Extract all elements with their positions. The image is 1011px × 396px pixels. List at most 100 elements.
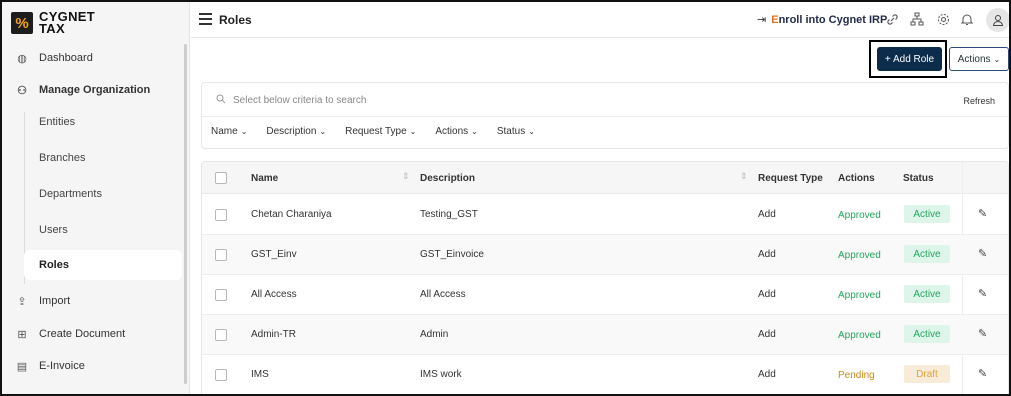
filter-label: Name — [211, 126, 238, 137]
cell-request-type: Add — [758, 289, 776, 300]
sidebar-item-label: Create Document — [39, 328, 126, 340]
cell-description: Admin — [420, 329, 449, 340]
sort-icon[interactable]: ⇕ — [740, 171, 748, 182]
hamburger-menu-icon[interactable] — [199, 13, 212, 25]
add-role-button[interactable]: + Add Role — [877, 47, 942, 71]
table-row[interactable]: GST_Einv GST_Einvoice Add Approved Activ… — [202, 235, 1008, 275]
cell-description: All Access — [420, 289, 466, 300]
chevron-down-icon: ⌄ — [993, 54, 1001, 64]
table-header: Name ⇕ Description ⇕ Request Type Action… — [202, 162, 1008, 194]
roles-table: Name ⇕ Description ⇕ Request Type Action… — [201, 161, 1009, 394]
cell-name: GST_Einv — [251, 249, 297, 260]
table-row[interactable]: Chetan Charaniya Testing_GST Add Approve… — [202, 195, 1008, 235]
filter-label: Status — [496, 126, 526, 137]
logo-mark-icon: % — [11, 12, 33, 34]
filter-request-type[interactable]: Request Type ⌄ — [345, 126, 416, 137]
table-row[interactable]: Admin-TR Admin Add Approved Active ✎ — [202, 315, 1008, 355]
sidebar-item-create-document[interactable]: ⊞ Create Document — [2, 320, 182, 348]
chevron-down-icon: ⌄ — [319, 127, 327, 136]
cell-action-status: Pending — [838, 370, 875, 381]
search-field[interactable]: Select below criteria to search — [216, 94, 366, 107]
row-checkbox[interactable] — [215, 249, 227, 261]
chevron-down-icon: ⌄ — [409, 127, 417, 136]
document-plus-icon: ⊞ — [17, 328, 27, 341]
cell-action-status: Approved — [838, 250, 881, 261]
row-checkbox[interactable] — [215, 329, 227, 341]
sidebar-subitem-users[interactable]: Users — [24, 215, 182, 245]
sort-icon[interactable]: ⇕ — [402, 171, 410, 182]
chevron-down-icon: ⌄ — [528, 127, 535, 136]
search-icon — [216, 94, 226, 107]
invoice-icon: ▤ — [16, 360, 28, 373]
select-all-checkbox[interactable] — [215, 172, 227, 184]
cell-name: IMS — [251, 369, 269, 380]
user-avatar[interactable] — [986, 8, 1009, 32]
sitemap-icon[interactable] — [909, 11, 925, 27]
logo-text: CYGNET TAX — [39, 10, 95, 36]
edit-pencil-icon[interactable]: ✎ — [978, 327, 987, 340]
sidebar-subitem-roles[interactable]: Roles — [24, 250, 182, 280]
sidebar-subitem-branches[interactable]: Branches — [24, 143, 182, 173]
filter-label: Actions — [435, 126, 469, 137]
user-icon — [992, 15, 1004, 26]
cell-name: All Access — [251, 289, 297, 300]
sidebar-scrollbar[interactable] — [184, 44, 187, 384]
edit-pencil-icon[interactable]: ✎ — [978, 247, 987, 260]
cell-description: IMS work — [420, 369, 462, 380]
bell-icon[interactable] — [959, 11, 975, 27]
column-header-description[interactable]: Description — [420, 173, 475, 184]
row-checkbox[interactable] — [215, 209, 227, 221]
cell-request-type: Add — [758, 209, 776, 220]
sidebar-item-label: Import — [39, 295, 71, 307]
page-title: Roles — [219, 13, 252, 27]
sidebar-item-manage-organization[interactable]: ⚇ Manage Organization — [2, 76, 182, 104]
sidebar-item-import[interactable]: ⇪ Import — [2, 287, 182, 315]
sidebar-item-label: Dashboard — [39, 52, 93, 64]
actions-button-label: Actions — [957, 53, 991, 65]
filter-actions[interactable]: Actions ⌄ — [435, 126, 478, 137]
chevron-down-icon: ⌄ — [471, 127, 478, 136]
cell-name: Admin-TR — [251, 329, 297, 340]
sidebar-item-label: Manage Organization — [39, 84, 151, 96]
status-badge: Active — [904, 325, 950, 343]
column-header-actions: Actions — [838, 173, 875, 184]
sidebar-item-label: E-Invoice — [39, 360, 85, 372]
sidebar-item-dashboard[interactable]: ◍ Dashboard — [2, 44, 182, 72]
sidebar-item-e-invoice[interactable]: ▤ E-Invoice — [2, 352, 182, 380]
actions-dropdown-button[interactable]: Actions ⌄ — [949, 47, 1009, 71]
edit-pencil-icon[interactable]: ✎ — [978, 287, 987, 300]
row-checkbox[interactable] — [215, 369, 227, 381]
refresh-link[interactable]: Refresh — [963, 96, 995, 106]
enroll-label: nroll into Cygnet IRP — [778, 13, 888, 26]
import-icon: ⇪ — [17, 295, 27, 308]
filter-status[interactable]: Status ⌄ — [497, 126, 535, 137]
sidebar-subitem-entities[interactable]: Entities — [24, 107, 182, 137]
link-icon[interactable] — [884, 11, 900, 27]
column-header-status: Status — [903, 173, 934, 184]
cell-name: Chetan Charaniya — [251, 209, 332, 220]
status-badge: Active — [904, 245, 950, 263]
column-header-request-type: Request Type — [758, 173, 823, 184]
cell-action-status: Approved — [838, 290, 881, 301]
brand-logo[interactable]: % CYGNET TAX — [11, 8, 95, 38]
filter-dropdowns: Name ⌄ Description ⌄ Request Type ⌄ Actions… — [211, 126, 554, 137]
settings-icon[interactable] — [935, 11, 951, 27]
table-row[interactable]: All Access All Access Add Approved Activ… — [202, 275, 1008, 315]
status-badge: Draft — [904, 365, 950, 383]
sidebar-subitem-departments[interactable]: Departments — [24, 179, 182, 209]
table-row[interactable]: IMS IMS work Add Pending Draft ✎ — [202, 355, 1008, 394]
filter-name[interactable]: Name ⌄ — [211, 126, 247, 137]
enroll-arrow-icon: ⇥ — [757, 14, 767, 26]
row-checkbox[interactable] — [215, 289, 227, 301]
cell-action-status: Approved — [838, 330, 881, 341]
edit-pencil-icon[interactable]: ✎ — [978, 207, 987, 220]
column-header-name[interactable]: Name — [251, 173, 278, 184]
status-badge: Active — [904, 205, 950, 223]
enroll-irp-link[interactable]: ⇥ Enroll into Cygnet IRP — [757, 13, 888, 27]
logo-line-2: TAX — [39, 21, 65, 36]
sidebar: % CYGNET TAX ◍ Dashboard ⚇ Manage Organi… — [2, 2, 190, 394]
edit-pencil-icon[interactable]: ✎ — [978, 367, 987, 380]
filter-description[interactable]: Description ⌄ — [266, 126, 326, 137]
filter-label: Request Type — [345, 126, 407, 137]
filter-panel: Select below criteria to search Refresh … — [201, 82, 1009, 149]
